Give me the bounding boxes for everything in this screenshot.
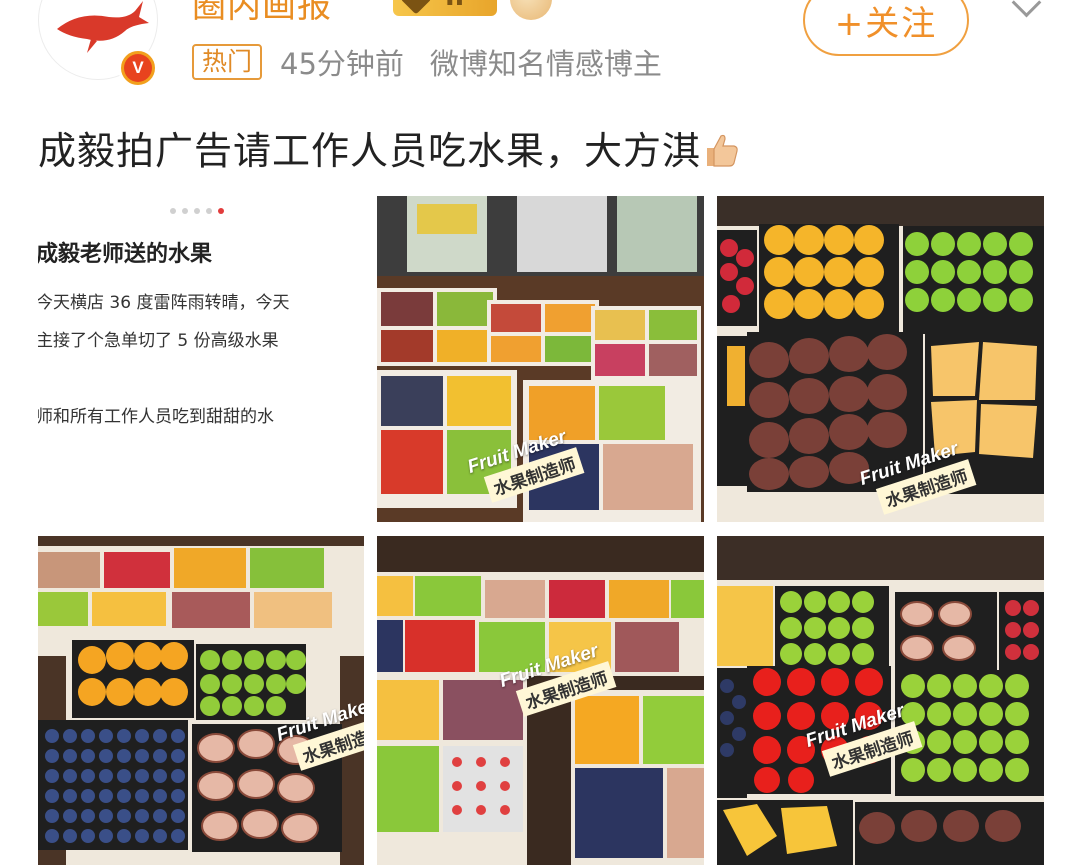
post-image-1[interactable]: 成毅老师送的水果 今天横店 36 度雷阵雨转晴，今天 主接了个急单切了 5 份高… — [38, 196, 364, 522]
post-image-6[interactable]: Fruit Maker 水果制造师 — [717, 536, 1044, 865]
vip-level: II — [445, 0, 464, 12]
carousel-dots — [170, 208, 224, 214]
post-image-3[interactable]: Fruit Maker 水果制造师 — [717, 196, 1044, 522]
post-body: 成毅拍广告请工作人员吃水果，大方淇 — [38, 129, 702, 173]
username[interactable]: 圈内画报 — [192, 0, 332, 27]
verified-badge-icon: V — [118, 48, 158, 88]
vip-badge-icon[interactable]: II — [393, 0, 497, 16]
screenshot-line-1: 今天横店 36 度雷阵雨转晴，今天 — [38, 293, 290, 313]
fruit-box-tomatoes-photo — [717, 536, 1044, 865]
post-meta: 热门 45分钟前 微博知名情感博主 — [192, 44, 688, 81]
thumbs-up-icon — [707, 134, 738, 167]
fruit-boxes-photo — [38, 536, 364, 865]
hot-tag[interactable]: 热门 — [192, 44, 263, 80]
post-image-2[interactable]: Fruit Maker 水果制造师 — [377, 196, 704, 522]
author-description: 微博知名情感博主 — [429, 47, 662, 81]
post-image-5[interactable]: Fruit Maker 水果制造师 — [377, 536, 704, 865]
fan-badge-icon[interactable] — [510, 0, 552, 20]
post-text[interactable]: 成毅拍广告请工作人员吃水果，大方淇 — [38, 120, 741, 175]
chevron-down-icon[interactable] — [1011, 0, 1042, 18]
post-time: 45分钟前 — [280, 47, 404, 81]
screenshot-line-2: 主接了个急单切了 5 份高级水果 — [38, 331, 279, 351]
screenshot-line-3: 师和所有工作人员吃到甜甜的水 — [38, 407, 274, 427]
screenshot-title: 成毅老师送的水果 — [38, 242, 213, 267]
post-image-4[interactable]: Fruit Make 水果制造师 — [38, 536, 364, 865]
follow-button[interactable]: +关注 — [803, 0, 969, 56]
